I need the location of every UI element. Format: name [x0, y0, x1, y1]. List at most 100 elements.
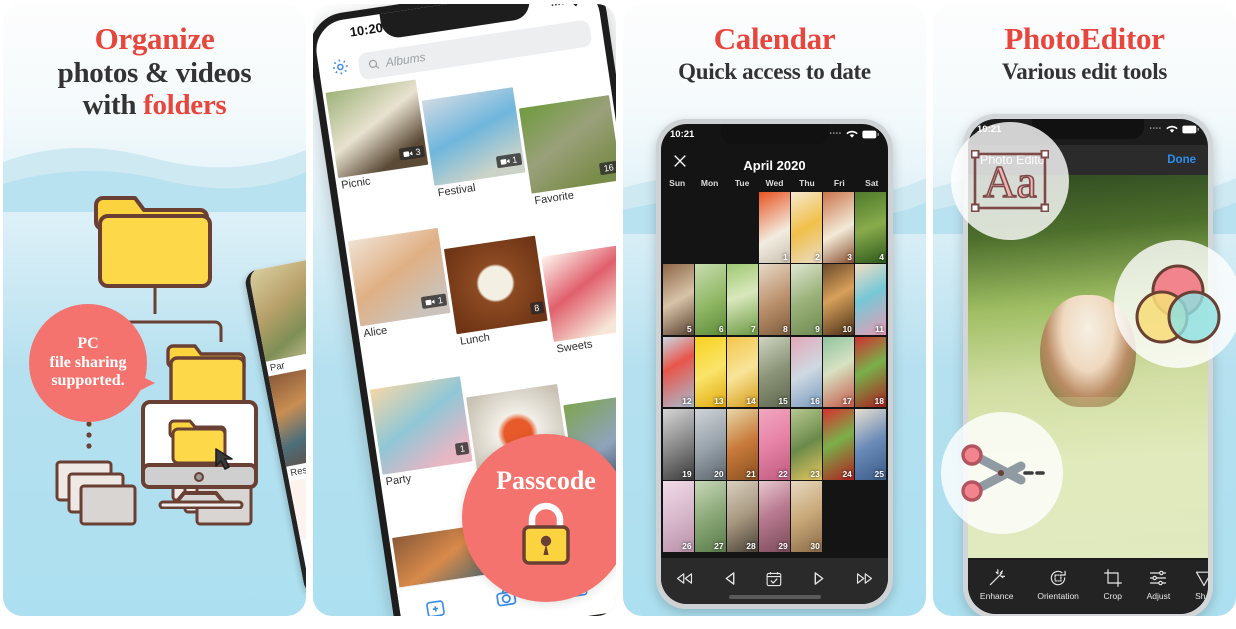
calendar-day-number: 7	[750, 324, 756, 335]
calendar-day-cell[interactable]: 1	[759, 192, 790, 263]
calendar-day-cell[interactable]: 12	[663, 336, 694, 408]
tool-label: Orientation	[1037, 590, 1079, 601]
calendar-day-number: 12	[682, 396, 692, 407]
calendar-day-cell[interactable]: 17	[823, 336, 854, 408]
calendar-day-number: 2	[815, 251, 820, 262]
calendar-day-cell[interactable]: 6	[695, 264, 726, 336]
album-item[interactable]: 1 Sweets	[540, 243, 616, 359]
video-icon	[500, 158, 510, 165]
calendar-day-number: 20	[714, 468, 724, 479]
panel1-title-line1: Organize	[94, 21, 215, 56]
calendar-day-cell[interactable]: 2	[791, 192, 822, 263]
color-wheel-icon	[1135, 264, 1221, 344]
album-item[interactable]: 16 Favorite	[518, 95, 616, 211]
calendar-day-cell[interactable]: 3	[823, 192, 854, 263]
home-indicator	[728, 595, 821, 599]
calendar-day-cell[interactable]: 15	[759, 336, 790, 408]
calendar-day-cell[interactable]: 30	[791, 481, 822, 552]
text-tool-badge: Aa	[951, 122, 1069, 240]
tool-label: Crop	[1103, 590, 1122, 601]
calendar-day-number: 10	[842, 324, 852, 335]
calendar-day-cell[interactable]: 22	[759, 408, 790, 480]
screenshot-panel-calendar[interactable]: Calendar Quick access to date 10:21 ••••	[623, 4, 926, 616]
calendar-day-cell[interactable]: 14	[727, 336, 758, 408]
panel3-title-line1: Calendar	[713, 21, 836, 56]
calendar-day-cell[interactable]: 21	[727, 408, 758, 480]
fast-forward-icon[interactable]	[856, 572, 873, 590]
calendar-day-cell[interactable]: 18	[855, 336, 886, 408]
weekday-label: Thu	[799, 178, 815, 188]
album-thumbnail	[347, 227, 451, 327]
previous-icon[interactable]	[724, 572, 736, 590]
calendar-day-cell[interactable]: 9	[791, 264, 822, 336]
calendar-day-cell[interactable]: 7	[727, 264, 758, 336]
album-item[interactable]: 1 Alice	[347, 227, 460, 388]
done-button[interactable]: Done	[1167, 154, 1196, 166]
calendar-day-cell[interactable]: 25	[855, 408, 886, 480]
add-folder-icon[interactable]	[424, 596, 449, 616]
calendar-day-cell[interactable]: 8	[759, 264, 790, 336]
calendar-day-cell[interactable]: 29	[759, 481, 790, 552]
calendar-day-cell[interactable]: 4	[855, 192, 886, 263]
tool-adjust[interactable]: Adjust	[1147, 568, 1170, 601]
tool-sharpen[interactable]: Shar	[1194, 568, 1208, 601]
wifi-icon	[846, 130, 858, 138]
status-bar: 10:21 ••••	[661, 124, 888, 144]
tool-orientation[interactable]: Orientation	[1037, 568, 1079, 601]
tool-crop[interactable]: Crop	[1103, 568, 1123, 601]
calendar-day-number: 13	[714, 396, 724, 407]
calendar-day-cell[interactable]: 19	[663, 408, 694, 480]
panel1-title-line3: with folders	[3, 89, 306, 121]
calendar-day-cell[interactable]: 16	[791, 336, 822, 408]
wifi-icon	[1166, 125, 1178, 133]
panel1-title-line3b: folders	[143, 89, 227, 122]
color-wheel-badge	[1114, 240, 1236, 368]
weekday-label: Sat	[865, 178, 879, 188]
next-icon[interactable]	[813, 572, 825, 590]
album-count-badge: 16	[598, 160, 616, 176]
calendar-month-title: April 2020	[743, 157, 806, 173]
pc-badge-line3: supported.	[51, 372, 125, 390]
calendar-day-number: 16	[810, 396, 820, 407]
panel3-title-line2: Quick access to date	[678, 58, 871, 84]
screenshot-panel-organize[interactable]: Organize photos & videos with folders Pa…	[3, 4, 306, 616]
screenshot-panel-albums[interactable]: 10:20 •••• Albums 3 Picnic 1 Festival 16…	[313, 4, 616, 616]
screenshot-panel-photoeditor[interactable]: PhotoEditor Various edit tools 10:21 •••…	[933, 4, 1236, 616]
calendar-day-number: 15	[778, 396, 788, 407]
calendar-day-cell[interactable]: 24	[823, 408, 854, 480]
calendar-day-cell[interactable]: 20	[695, 408, 726, 480]
calendar-day-number: 28	[746, 541, 756, 551]
close-icon[interactable]	[672, 153, 688, 174]
calendar-day-cell[interactable]: 13	[695, 336, 726, 408]
tool-enhance[interactable]: Enhance	[980, 568, 1013, 601]
svg-text:Aa: Aa	[983, 156, 1037, 207]
album-item[interactable]: 8 Lunch	[444, 235, 553, 374]
calendar-day-cell[interactable]: 11	[855, 264, 886, 336]
sliders-icon	[1150, 570, 1167, 585]
calendar-day-cell[interactable]: 10	[823, 264, 854, 336]
calendar-day-cell[interactable]: 5	[663, 264, 694, 336]
calendar-empty-cell	[663, 192, 694, 263]
calendar-check-icon[interactable]	[766, 571, 782, 592]
rewind-icon[interactable]	[676, 572, 693, 590]
wifi-icon	[569, 4, 582, 7]
calendar-day-number: 1	[783, 251, 788, 262]
panel3-titles: Calendar Quick access to date	[623, 4, 926, 84]
panel1-titles: Organize photos & videos with folders	[3, 4, 306, 122]
search-placeholder-text: Albums	[384, 49, 427, 70]
gear-icon[interactable]	[330, 56, 352, 83]
pc-badge-line1: PC	[77, 334, 99, 352]
calendar-day-cell[interactable]: 27	[695, 481, 726, 552]
ellipsis-left	[86, 421, 92, 449]
calendar-day-cell[interactable]: 23	[791, 408, 822, 480]
passcode-badge: Passcode	[462, 434, 616, 602]
calendar-day-cell[interactable]: 28	[727, 481, 758, 552]
album-item[interactable]: 3 Picnic	[325, 79, 438, 239]
weekday-header-row: Sun Mon Tue Wed Thu Fri Sat	[661, 178, 888, 188]
panel4-title-line2: Various edit tools	[1002, 58, 1167, 84]
album-item[interactable]: 1 Festival	[422, 87, 531, 225]
calendar-day-cell[interactable]: 26	[663, 481, 694, 552]
calendar-day-number: 29	[778, 541, 788, 551]
pc-badge-line2: file sharing	[49, 353, 127, 371]
pc-file-sharing-badge: PC file sharing supported.	[29, 304, 147, 422]
